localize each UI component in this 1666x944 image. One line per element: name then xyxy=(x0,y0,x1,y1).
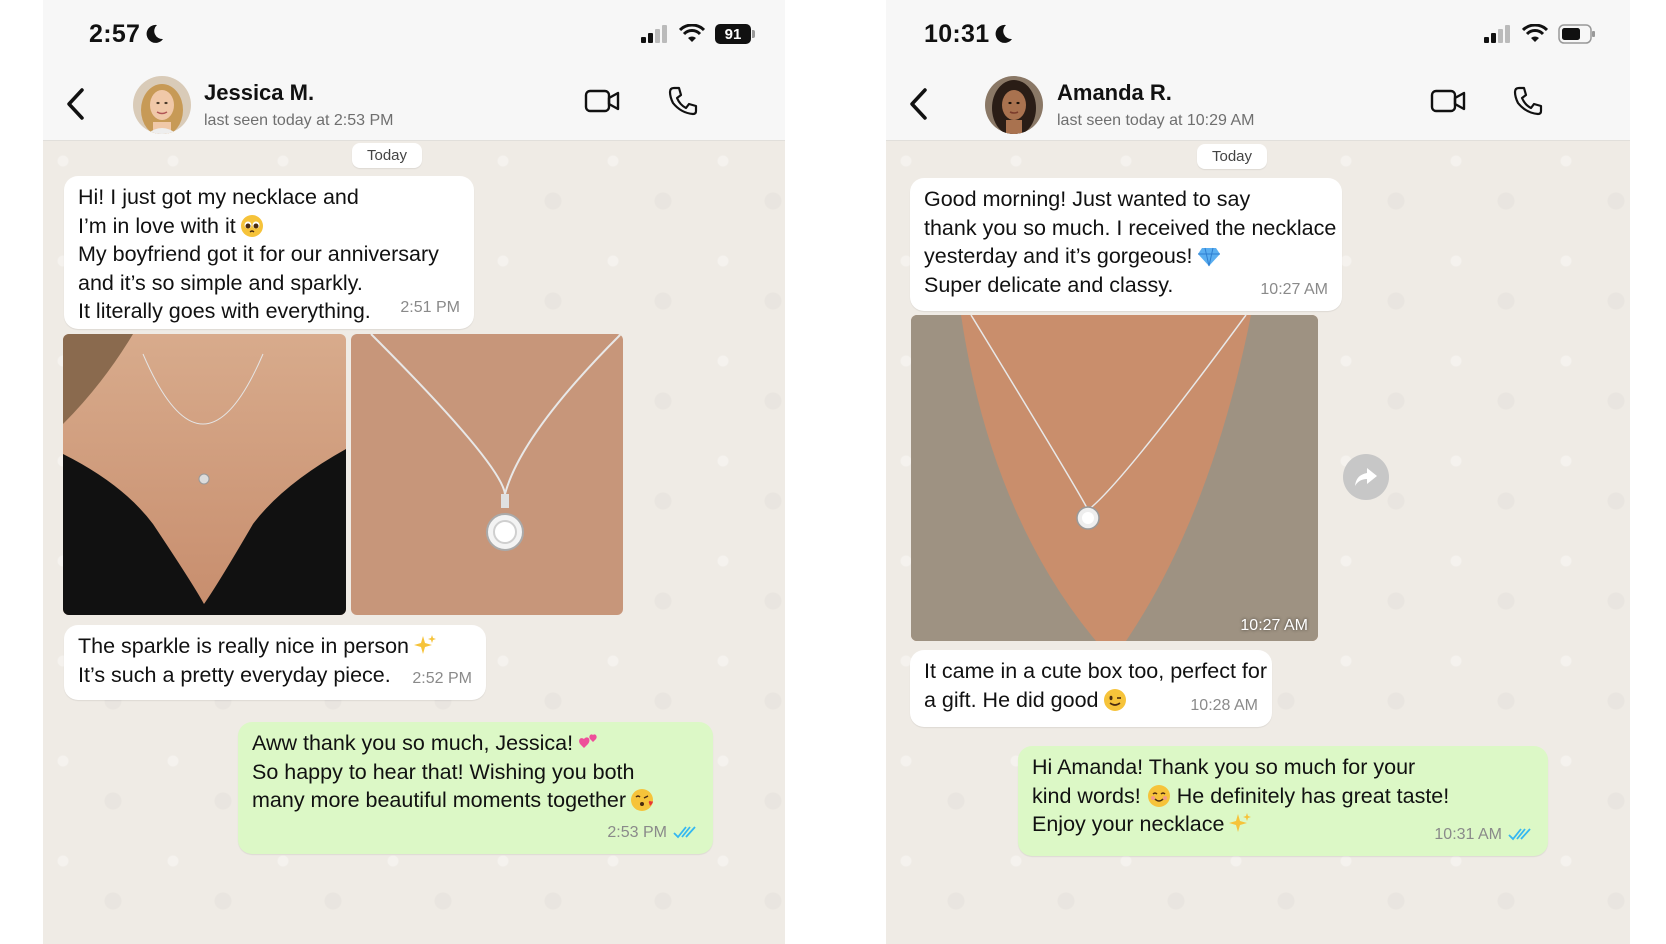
message-line: thank you so much. I received the neckla… xyxy=(924,215,1337,240)
date-pill: Today xyxy=(1197,144,1268,169)
winking-face-emoji-icon xyxy=(1103,688,1126,711)
message-line: My boyfriend got it for our anniversary xyxy=(78,242,439,266)
avatar[interactable] xyxy=(985,76,1043,134)
date-pill: Today xyxy=(352,143,423,168)
read-ticks-icon xyxy=(673,825,696,838)
last-seen-status: last seen today at 10:29 AM xyxy=(1057,112,1255,129)
smiling-face-emoji-icon xyxy=(1147,784,1170,807)
chat-header: Jessica M. last seen today at 2:53 PM xyxy=(43,70,785,141)
incoming-message[interactable]: The sparkle is really nice in person It’… xyxy=(64,625,486,700)
photo-necklace-closeup[interactable] xyxy=(351,334,623,615)
message-time: 10:27 AM xyxy=(1260,280,1328,298)
message-line: It came in a cute box too, perfect for xyxy=(924,659,1267,683)
forward-icon xyxy=(1355,468,1377,486)
video-call-icon[interactable] xyxy=(584,88,620,114)
avatar[interactable] xyxy=(133,76,191,134)
message-line: a gift. He did good xyxy=(924,687,1099,712)
message-line: Good morning! Just wanted to say xyxy=(924,187,1251,211)
phone-call-icon[interactable] xyxy=(1512,85,1544,117)
chat-area[interactable]: Today Good morning! Just wanted to say t… xyxy=(886,141,1630,944)
battery-icon: 91 xyxy=(715,24,755,44)
sparkles-emoji-icon xyxy=(1229,813,1252,832)
two-hearts-emoji-icon xyxy=(579,734,597,748)
pleading-face-emoji-icon xyxy=(240,214,263,237)
sparkles-emoji-icon xyxy=(414,635,437,654)
kissing-face-emoji-icon xyxy=(631,789,654,811)
signal-icon xyxy=(641,25,667,43)
outgoing-message[interactable]: Aww thank you so much, Jessica! So happy… xyxy=(238,722,713,854)
message-line: Enjoy your necklace xyxy=(1032,812,1225,836)
moon-icon xyxy=(996,24,1013,43)
status-time: 2:57 xyxy=(89,20,164,49)
phone-call-icon[interactable] xyxy=(667,85,699,117)
message-line: Hi! I just got my necklace and xyxy=(78,185,359,209)
status-bar: 10:31 xyxy=(886,0,1630,70)
moon-icon xyxy=(146,24,164,43)
wifi-icon xyxy=(679,24,705,42)
status-time: 10:31 xyxy=(924,20,1013,49)
battery-level: 91 xyxy=(724,25,742,43)
back-icon[interactable] xyxy=(65,87,85,121)
message-line: I’m in love with it xyxy=(78,213,236,238)
back-icon[interactable] xyxy=(908,87,928,121)
message-time: 2:51 PM xyxy=(400,298,460,316)
battery-icon xyxy=(1558,24,1595,44)
video-call-icon[interactable] xyxy=(1430,88,1466,114)
message-time: 10:31 AM xyxy=(1434,825,1502,843)
last-seen-status: last seen today at 2:53 PM xyxy=(204,112,394,129)
message-line: So happy to hear that! Wishing you both xyxy=(252,759,635,784)
wifi-icon xyxy=(1522,24,1548,42)
photo-necklace-sweater[interactable]: 10:27 AM xyxy=(911,315,1318,641)
signal-icon xyxy=(1484,25,1510,43)
incoming-message[interactable]: It came in a cute box too, perfect for a… xyxy=(910,650,1272,727)
message-time: 2:53 PM xyxy=(607,823,667,841)
photo-time: 10:27 AM xyxy=(1240,617,1308,634)
message-line: The sparkle is really nice in person xyxy=(78,634,410,658)
message-line: Aww thank you so much, Jessica! xyxy=(252,731,574,755)
incoming-message[interactable]: Good morning! Just wanted to say thank y… xyxy=(910,178,1342,311)
message-line: He definitely has great taste! xyxy=(1176,783,1450,808)
forward-button[interactable] xyxy=(1343,454,1389,500)
chat-header: Amanda R. last seen today at 10:29 AM xyxy=(886,70,1630,141)
outgoing-message[interactable]: Hi Amanda! Thank you so much for your ki… xyxy=(1018,746,1548,856)
message-line: kind words! xyxy=(1032,783,1141,808)
message-line: yesterday and it’s gorgeous! xyxy=(924,244,1193,268)
message-line: Hi Amanda! Thank you so much for your xyxy=(1032,755,1416,779)
gem-emoji-icon xyxy=(1197,247,1220,267)
chat-area[interactable]: Today Hi! I just got my necklace and I’m… xyxy=(43,141,785,944)
read-ticks-icon xyxy=(1508,827,1531,840)
message-time: 2:52 PM xyxy=(412,669,472,687)
contact-name[interactable]: Jessica M. xyxy=(204,80,314,106)
chat-screen-amanda: 10:31 Amanda R. last seen today at 10:29… xyxy=(886,0,1630,944)
status-bar: 2:57 91 xyxy=(43,0,785,70)
incoming-message[interactable]: Hi! I just got my necklace and I’m in lo… xyxy=(64,176,474,329)
contact-name[interactable]: Amanda R. xyxy=(1057,80,1172,106)
chat-screen-jessica: 2:57 91 Jessica M. last seen today at 2:… xyxy=(43,0,785,944)
message-line: many more beautiful moments together xyxy=(252,788,627,812)
photo-necklace-black-top[interactable] xyxy=(63,334,346,615)
message-time: 10:28 AM xyxy=(1190,696,1258,714)
